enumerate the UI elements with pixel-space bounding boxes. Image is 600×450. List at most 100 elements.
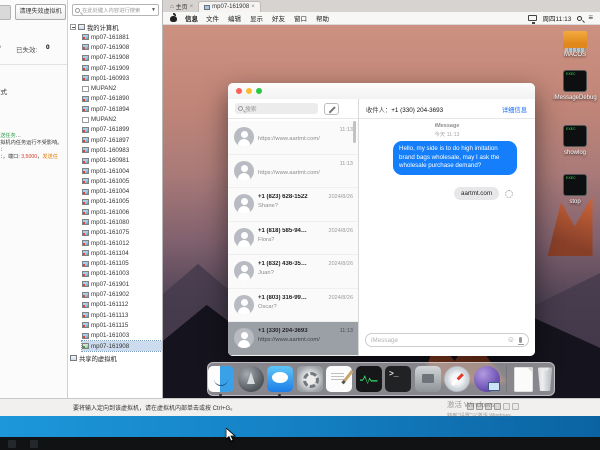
- vm-icon: [82, 271, 89, 277]
- conversation-row[interactable]: +1 (818) 585-94… 2024/8/26 Flora?: [228, 222, 358, 256]
- desktop-icon-imessagedebug[interactable]: EXEC iMessageDebug: [553, 70, 596, 101]
- display-status-icon[interactable]: [528, 15, 537, 21]
- tab-vm-mp07-161908[interactable]: mp07-161908 ×: [198, 1, 261, 12]
- dock-icon-network[interactable]: [474, 366, 500, 392]
- dock-icon-trash[interactable]: [536, 367, 554, 391]
- vm-list-item[interactable]: mp01-161104: [82, 248, 162, 258]
- microphone-icon[interactable]: [519, 337, 522, 343]
- vm-list-item[interactable]: mp07-161899: [82, 125, 162, 135]
- vm-list-item[interactable]: mp07-161908: [82, 53, 162, 63]
- conversation-row[interactable]: +1 (832) 436-35… 2024/8/26 Juan?: [228, 255, 358, 289]
- dock-icon-document[interactable]: [514, 367, 533, 392]
- tree-root-shared-vms[interactable]: 共享的虚拟机: [70, 353, 162, 363]
- vm-list-item[interactable]: mp01-161003: [82, 269, 162, 279]
- vm-list-item[interactable]: mp01-161075: [82, 228, 162, 238]
- conversation-row[interactable]: +1 (803) 316-99… 2024/8/26 Oscar?: [228, 289, 358, 323]
- dock-icon-system-preferences[interactable]: [297, 366, 323, 392]
- mode-text: 模式: [0, 86, 7, 96]
- close-tab-icon[interactable]: ×: [190, 4, 194, 10]
- dock-icon-activity-monitor[interactable]: [356, 366, 382, 392]
- minimize-window-icon[interactable]: [246, 88, 252, 94]
- window-controls: [236, 88, 262, 94]
- clean-invalid-vms-button[interactable]: 清理失效虚拟机: [15, 4, 66, 20]
- menu-item[interactable]: 编辑: [228, 13, 241, 23]
- emoji-picker-icon[interactable]: ☺: [507, 336, 515, 344]
- collapse-icon[interactable]: [70, 24, 76, 30]
- vm-list-item[interactable]: MUPAN2: [82, 83, 162, 93]
- vm-list-item[interactable]: mp01-161006: [82, 207, 162, 217]
- vm-list-item[interactable]: mp01-161004: [82, 166, 162, 176]
- dock-icon-safari[interactable]: [444, 366, 470, 392]
- vm-list-item[interactable]: mp01-161005: [82, 197, 162, 207]
- vm-list-item[interactable]: mp07-161909: [82, 63, 162, 73]
- close-window-icon[interactable]: [236, 88, 242, 94]
- tree-root-my-computer[interactable]: 我的计算机: [70, 22, 162, 32]
- dock-separator[interactable]: [506, 365, 507, 393]
- notification-center-icon[interactable]: ≡: [588, 15, 593, 21]
- vm-list-item[interactable]: mp01-160983: [82, 145, 162, 155]
- vm-list-item[interactable]: mp01-160981: [82, 156, 162, 166]
- vm-list-item[interactable]: mp01-161080: [82, 217, 162, 227]
- vm-list-item[interactable]: mp01-161012: [82, 238, 162, 248]
- macos-menu-bar: 信息 文件编辑显示好友窗口帮助 周四11:13 ≡: [163, 12, 600, 25]
- menu-item[interactable]: 帮助: [316, 13, 329, 23]
- dock-icon-finder[interactable]: [208, 366, 234, 392]
- tool-button-stub[interactable]: [0, 5, 11, 20]
- vm-list-item[interactable]: mp01-161112: [82, 300, 162, 310]
- spotlight-search-icon[interactable]: [577, 16, 582, 21]
- status-bar-text: 要将输入定向到该虚拟机，请在虚拟机内部单击或按 Ctrl+G。: [73, 403, 236, 412]
- vm-list-item[interactable]: mp07-161908: [82, 42, 162, 52]
- dock-icon-terminal[interactable]: [385, 366, 411, 392]
- menu-clock[interactable]: 周四11:13: [543, 13, 572, 23]
- tab-home[interactable]: ⌂ 主页 ×: [165, 1, 198, 12]
- dock-icon-launchpad[interactable]: [238, 366, 264, 392]
- vm-icon: [82, 86, 89, 92]
- conversation-row[interactable]: 11:13 https://www.aartmt.com/: [228, 155, 358, 189]
- menu-item[interactable]: 显示: [250, 13, 263, 23]
- conversation-preview: Juan?: [258, 270, 274, 276]
- conversation-row[interactable]: +1 (823) 628-1522 2024/8/26 Shane?: [228, 188, 358, 222]
- desktop-icon-stop[interactable]: EXEC stop: [563, 174, 587, 205]
- message-input[interactable]: iMessage ☺: [365, 333, 529, 347]
- vm-list-item[interactable]: mp01-161105: [82, 259, 162, 269]
- menu-item[interactable]: 文件: [206, 13, 219, 23]
- compose-message-button[interactable]: [324, 103, 339, 115]
- menu-item[interactable]: 好友: [272, 13, 285, 23]
- vm-list-item[interactable]: mp01-161003: [82, 331, 162, 341]
- apple-menu-icon[interactable]: [170, 14, 177, 22]
- vm-list-item[interactable]: mp07-161890: [82, 94, 162, 104]
- conversation-row[interactable]: +1 (330) 204-3693 11:13 https://www.aart…: [228, 322, 358, 356]
- vm-list-item[interactable]: mp01-161113: [82, 310, 162, 320]
- vm-search-input[interactable]: 在此处键入内容进行搜索 ▼: [72, 4, 159, 16]
- dock-icon-utility[interactable]: [415, 366, 441, 392]
- vm-list-item[interactable]: mp07-161901: [82, 279, 162, 289]
- conversation-scrollbar[interactable]: [353, 121, 356, 143]
- vm-list-item[interactable]: mp01-160993: [82, 73, 162, 83]
- vm-list-item[interactable]: mp01-161005: [82, 176, 162, 186]
- menu-app-name[interactable]: 信息: [185, 13, 198, 23]
- conversation-row[interactable]: 11:13 https://www.aartmt.com/: [228, 121, 358, 155]
- dock-icon-textedit[interactable]: [326, 366, 352, 392]
- taskbar-icon[interactable]: [8, 440, 16, 448]
- dock-icon-messages[interactable]: [267, 366, 293, 392]
- vm-list-item[interactable]: mp07-161881: [82, 32, 162, 42]
- zoom-window-icon[interactable]: [256, 88, 262, 94]
- recipient-row[interactable]: 收件人：+1 (330) 204-3693: [366, 105, 443, 114]
- messages-search-input[interactable]: 搜索: [235, 103, 318, 114]
- close-tab-icon[interactable]: ×: [251, 4, 255, 10]
- vm-list-item[interactable]: mp07-161902: [82, 289, 162, 299]
- vm-list-item[interactable]: mp01-161115: [82, 320, 162, 330]
- vm-list-item[interactable]: mp07-161897: [82, 135, 162, 145]
- vm-list-item[interactable]: MUPAN2: [82, 114, 162, 124]
- vm-list-item[interactable]: mp07-161908: [82, 341, 162, 351]
- panel-divider: [0, 64, 68, 65]
- taskbar-icon[interactable]: [30, 440, 38, 448]
- vm-list-item[interactable]: mp07-161894: [82, 104, 162, 114]
- search-dropdown-arrow-icon[interactable]: ▼: [151, 7, 156, 13]
- vm-list-item[interactable]: mp01-161004: [82, 186, 162, 196]
- desktop-icon-macos[interactable]: MACOS: [563, 28, 587, 58]
- messages-title-bar[interactable]: [228, 83, 535, 99]
- menu-item[interactable]: 窗口: [294, 13, 307, 23]
- desktop-icon-showlog[interactable]: EXEC showlog: [563, 125, 587, 156]
- details-link[interactable]: 详细信息: [502, 105, 527, 114]
